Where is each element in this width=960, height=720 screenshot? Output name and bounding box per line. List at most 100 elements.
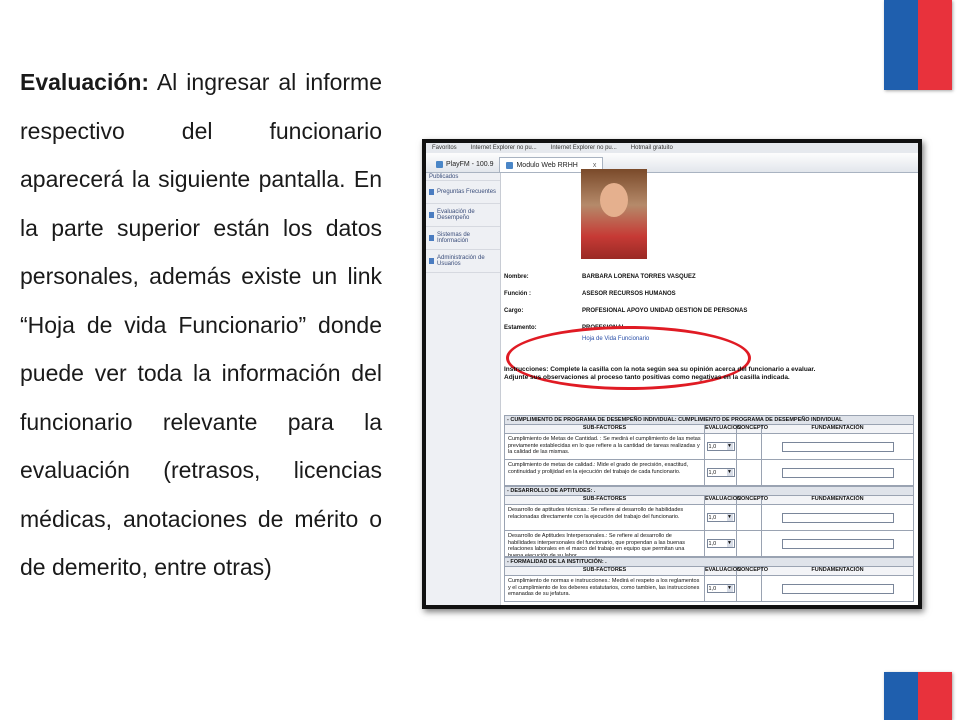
chevron-down-icon: ▼ (726, 585, 733, 592)
concept-cell (737, 576, 762, 601)
info-label: Cargo: (504, 307, 524, 314)
evaluation-select[interactable]: 1,0 ▼ (706, 584, 735, 593)
employee-photo (581, 169, 647, 259)
basis-cell (762, 460, 913, 485)
flag-red-band (918, 672, 952, 720)
paragraph-lead: Evaluación: (20, 69, 150, 95)
sidebar-item-label: Publicados (429, 173, 459, 180)
evaluation-cell: 1,0 ▼ (705, 531, 737, 556)
select-value: 1,0 (708, 443, 717, 450)
info-value: PROFESIONAL APOYO UNIDAD GESTION DE PERS… (582, 307, 748, 314)
fundamentacion-input[interactable] (781, 583, 894, 594)
section-title: - FORMALIDAD DE LA INSTITUCIÓN: . (504, 557, 914, 567)
header-subfactores: SUB-FACTORES (505, 567, 705, 575)
favorite-item[interactable]: Internet Explorer no pu... (551, 145, 617, 151)
evaluation-select[interactable]: 1,0 ▼ (706, 539, 735, 548)
favorite-item[interactable]: Favoritos (432, 145, 457, 151)
slide-paragraph: Evaluación: Al ingresar al informe respe… (20, 58, 382, 592)
table-row: Cumplimiento de normas e instrucciones.:… (504, 576, 914, 602)
sidebar-item-label: Sistemas de Información (437, 232, 471, 244)
fundamentacion-input[interactable] (781, 538, 894, 549)
fundamentacion-input[interactable] (781, 441, 894, 452)
page-content: Publicados Preguntas Frecuentes Evaluaci… (426, 169, 918, 605)
fundamentacion-input[interactable] (781, 512, 894, 523)
info-value: ASESOR RECURSOS HUMANOS (582, 290, 676, 297)
select-value: 1,0 (708, 514, 717, 521)
header-fundamentacion: FUNDAMENTACIÓN (811, 425, 864, 431)
document-icon (429, 258, 434, 264)
concept-cell (737, 505, 762, 530)
tab-label: PlayFM - 100.9 (446, 161, 494, 168)
chile-flag-stripe-bottom (884, 672, 952, 720)
evaluation-select[interactable]: 1,0 ▼ (706, 468, 735, 477)
document-icon (429, 189, 434, 195)
instructions-text: Instrucciones: Complete la casilla con l… (504, 366, 816, 381)
basis-cell (762, 576, 913, 601)
subfactor-text: Cumplimiento de Metas de Cantidad. : Se … (505, 434, 705, 459)
header-fundamentacion: FUNDAMENTACIÓN (811, 496, 864, 502)
chile-flag-stripe-top (884, 0, 952, 90)
sidebar-item-evaluacion[interactable]: Evaluación de Desempeño (426, 204, 500, 227)
subfactor-text: Cumplimiento de metas de calidad.: Mide … (505, 460, 705, 485)
document-icon (429, 212, 434, 218)
sidebar-item-administracion[interactable]: Administración de Usuarios (426, 250, 500, 273)
info-label: Nombre: (504, 273, 529, 280)
concept-cell (737, 434, 762, 459)
subfactor-text: Desarrollo de aptitudes técnicas.: Se re… (505, 505, 705, 530)
section-title: - CUMPLIMIENTO DE PROGRAMA DE DESEMPEÑO … (504, 415, 914, 425)
evaluation-select[interactable]: 1,0 ▼ (706, 442, 735, 451)
fundamentacion-input[interactable] (781, 467, 894, 478)
flag-blue-band (884, 0, 918, 90)
table-row: Cumplimiento de Metas de Cantidad. : Se … (504, 434, 914, 460)
radio-icon (436, 161, 443, 168)
tab-playfm[interactable]: PlayFM - 100.9 (430, 157, 499, 172)
table-header: SUB-FACTORES EVALUACION CONCEPTO FUNDAME… (504, 496, 914, 505)
chevron-down-icon: ▼ (726, 469, 733, 476)
subfactor-text: Cumplimiento de normas e instrucciones.:… (505, 576, 705, 601)
info-label: Función : (504, 290, 531, 297)
select-value: 1,0 (708, 540, 717, 547)
header-evaluacion: EVALUACION (705, 496, 741, 504)
table-header: SUB-FACTORES EVALUACION CONCEPTO FUNDAME… (504, 425, 914, 434)
evaluation-cell: 1,0 ▼ (705, 434, 737, 459)
sidebar-item-label: Preguntas Frecuentes (437, 189, 497, 195)
header-fundamentacion: FUNDAMENTACIÓN (811, 567, 864, 573)
chevron-down-icon: ▼ (726, 514, 733, 521)
browser-tab-bar: PlayFM - 100.9 Modulo Web RRHH x (426, 153, 918, 173)
evaluation-table: - CUMPLIMIENTO DE PROGRAMA DE DESEMPEÑO … (504, 415, 914, 602)
evaluation-select[interactable]: 1,0 ▼ (706, 513, 735, 522)
table-row: Cumplimiento de metas de calidad.: Mide … (504, 460, 914, 486)
page-icon (506, 161, 514, 169)
select-value: 1,0 (708, 469, 717, 476)
favorite-item[interactable]: Internet Explorer no pu... (471, 145, 537, 151)
sidebar-item-publicados[interactable]: Publicados (426, 173, 500, 181)
evaluation-cell: 1,0 ▼ (705, 505, 737, 530)
basis-cell (762, 505, 913, 530)
info-row-cargo: Cargo: PROFESIONAL APOYO UNIDAD GESTION … (504, 302, 747, 319)
sidebar-item-label: Evaluación de Desempeño (437, 209, 475, 221)
embedded-screenshot: Favoritos Internet Explorer no pu... Int… (422, 139, 922, 609)
sidebar-item-sistemas[interactable]: Sistemas de Información (426, 227, 500, 250)
tab-label: Modulo Web RRHH (516, 161, 578, 169)
chevron-down-icon: ▼ (726, 443, 733, 450)
header-subfactores: SUB-FACTORES (505, 496, 705, 504)
select-value: 1,0 (708, 585, 717, 592)
basis-cell (762, 434, 913, 459)
table-header: SUB-FACTORES EVALUACION CONCEPTO FUNDAME… (504, 567, 914, 576)
section-title: - DESARROLLO DE APTITUDES: . (504, 486, 914, 496)
basis-cell (762, 531, 913, 556)
concept-cell (737, 531, 762, 556)
table-row: Desarrollo de aptitudes técnicas.: Se re… (504, 505, 914, 531)
evaluation-cell: 1,0 ▼ (705, 460, 737, 485)
sidebar-item-preguntas[interactable]: Preguntas Frecuentes (426, 181, 500, 204)
info-row-funcion: Función : ASESOR RECURSOS HUMANOS (504, 285, 747, 302)
header-subfactores: SUB-FACTORES (505, 425, 705, 433)
flag-red-band (918, 0, 952, 90)
chevron-down-icon: ▼ (726, 540, 733, 547)
employee-face (600, 183, 628, 217)
favorites-bar: Favoritos Internet Explorer no pu... Int… (426, 143, 918, 153)
header-concepto: CONCEPTO (737, 425, 769, 433)
favorite-item[interactable]: Hotmail gratuito (631, 145, 673, 151)
close-icon[interactable]: x (593, 162, 597, 169)
sidebar: Publicados Preguntas Frecuentes Evaluaci… (426, 173, 501, 605)
